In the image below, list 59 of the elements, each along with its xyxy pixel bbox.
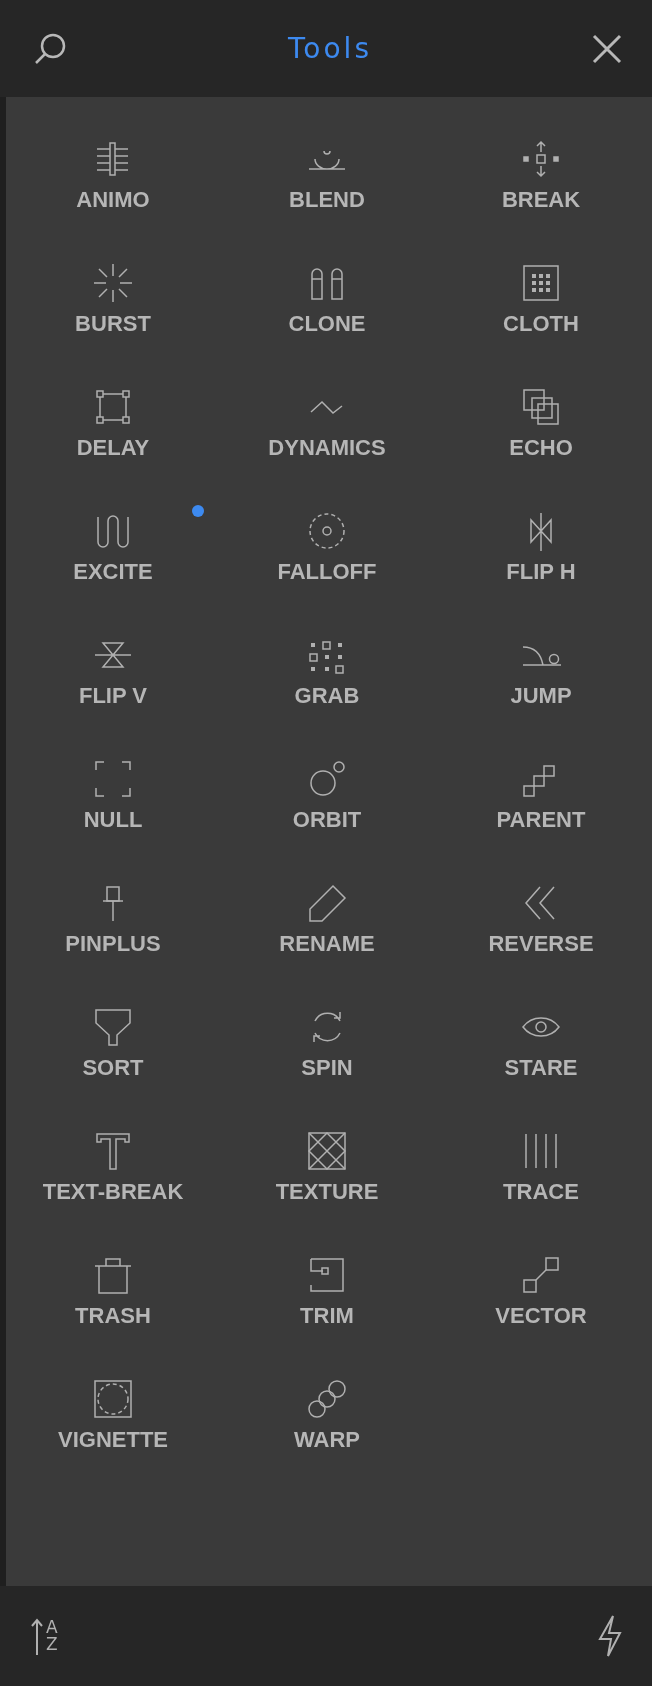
tool-item[interactable]: NULL [83,759,143,833]
tool-item[interactable]: FALLOFF [277,511,377,585]
tool-item[interactable]: ECHO [509,387,573,461]
rings-icon [307,1379,347,1419]
trim-icon [307,1255,347,1295]
tool-item[interactable]: FLIP H [506,511,576,585]
tool-item[interactable]: TRACE [503,1131,579,1205]
tool-item[interactable]: VECTOR [495,1255,587,1329]
new-dot [192,505,204,517]
vignette-icon [93,1379,133,1419]
tool-item[interactable]: JUMP [510,635,572,709]
funnel-icon [93,1007,133,1047]
lightning-icon [598,1615,622,1657]
trash-icon [93,1255,133,1295]
tool-item[interactable]: ORBIT [292,759,362,833]
sort-letter: A [46,1619,58,1636]
tool-item[interactable]: RENAME [279,883,375,957]
tool-item[interactable]: FLIP V [78,635,148,709]
search-icon [34,31,68,66]
grid-icon [521,263,561,303]
crosshatch-icon [307,1131,347,1171]
tool-item[interactable]: PARENT [496,759,586,833]
vector-icon [521,1255,561,1295]
dashed-circle-icon [307,511,347,551]
tool-item[interactable]: CLONE [288,263,366,337]
tool-item[interactable]: DELAY [76,387,150,461]
tool-item[interactable]: BLEND [289,139,365,213]
tool-item[interactable]: SPIN [301,1007,353,1081]
tool-item[interactable]: BREAK [501,139,581,213]
squares-icon [521,387,561,427]
tool-item[interactable]: WARP [294,1379,360,1453]
tool-item[interactable]: EXCITE [73,511,153,585]
tool-item[interactable]: ANIMO [76,139,150,213]
tool-item[interactable]: TEXTURE [275,1131,379,1205]
tool-item[interactable]: VIGNETTE [58,1379,168,1453]
tool-item[interactable]: PINPLUS [65,883,161,957]
tool-item[interactable]: DYNAMICS [268,387,386,461]
tool-item[interactable]: TRIM [300,1255,354,1329]
tool-item[interactable]: SORT [82,1007,144,1081]
sort-button[interactable]: A Z [26,1613,62,1659]
burst-icon [93,263,133,303]
orbit-icon [307,759,347,799]
close-icon [592,33,622,64]
t-icon [93,1131,133,1171]
tool-item[interactable]: GRAB [294,635,360,709]
pencil-icon [307,883,347,923]
tool-item[interactable]: STARE [504,1007,578,1081]
tool-item[interactable]: REVERSE [488,883,594,957]
tool-item[interactable]: TEXT-BREAK [42,1131,184,1205]
corners-icon [93,759,133,799]
tool-item[interactable]: TRASH [75,1255,151,1329]
move-icon [521,139,561,179]
panel-title: Tools [288,32,372,65]
tool-item[interactable]: BURST [75,263,151,337]
tool-item[interactable]: CLOTH [503,263,579,337]
chevron-icon [310,400,344,414]
sort-letter: Z [46,1636,58,1653]
frame-icon [93,387,133,427]
arrow-up-icon [30,1617,44,1655]
